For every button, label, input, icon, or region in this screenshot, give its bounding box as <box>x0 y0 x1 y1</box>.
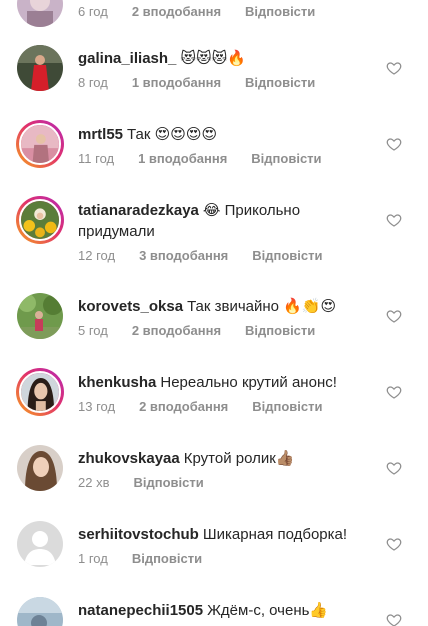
avatar-image <box>17 293 63 339</box>
avatar-image <box>19 123 61 165</box>
comment-item: mrtl55 Так 😍😍😍😍 11 год 1 вподобання Відпо… <box>0 120 428 196</box>
comment-item: tatianaradezkaya 😂 Прикольно придумали 12… <box>0 196 428 292</box>
avatar[interactable] <box>16 196 64 244</box>
likes-count-link[interactable]: 2 вподобання <box>132 4 221 19</box>
avatar-image <box>19 371 61 413</box>
likes-count-link[interactable]: 2 вподобання <box>139 399 228 414</box>
comment-username[interactable]: natanepechii1505 <box>78 602 203 619</box>
comment-text: Так звичайно 🔥👏😍 <box>187 298 337 315</box>
avatar[interactable] <box>16 292 64 340</box>
avatar[interactable] <box>16 120 64 168</box>
comment-item: 6 год 2 вподобання Відповісти <box>0 0 428 50</box>
comment-item: khenkusha Нереально крутий анонс! 13 год … <box>0 368 428 444</box>
likes-count-link[interactable]: 3 вподобання <box>139 248 228 263</box>
like-heart-icon[interactable] <box>386 60 402 76</box>
avatar-image <box>19 199 61 241</box>
avatar[interactable] <box>16 444 64 492</box>
likes-count-link[interactable]: 1 вподобання <box>138 151 227 166</box>
comment-item: korovets_oksa Так звичайно 🔥👏😍 5 год 2 вп… <box>0 292 428 368</box>
comment-username[interactable]: khenkusha <box>78 374 156 391</box>
comment-username[interactable]: tatianaradezkaya <box>78 202 199 219</box>
reply-button[interactable]: Відповісти <box>132 551 202 566</box>
comment-username[interactable]: mrtl55 <box>78 126 123 143</box>
comment-item: zhukovskayaa Крутой ролик👍🏽 22 хв Відпові… <box>0 444 428 520</box>
comment-text: 😻😻😻🔥 <box>180 50 246 67</box>
avatar-image <box>17 0 63 27</box>
reply-button[interactable]: Відповісти <box>245 4 315 19</box>
comment-item: galina_iliash_ 😻😻😻🔥 8 год 1 вподобання Ві… <box>0 44 428 120</box>
comment-username[interactable]: galina_iliash_ <box>78 50 176 67</box>
reply-button[interactable]: Відповісти <box>245 75 315 90</box>
avatar[interactable] <box>16 596 64 626</box>
comment-text: Так 😍😍😍😍 <box>127 126 218 143</box>
like-heart-icon[interactable] <box>386 460 402 476</box>
like-heart-icon[interactable] <box>386 136 402 152</box>
comment-time: 5 год <box>78 323 108 338</box>
comment-username[interactable]: serhiitovstochub <box>78 526 199 543</box>
comment-text: Крутой ролик👍🏽 <box>183 450 295 467</box>
avatar[interactable] <box>16 520 64 568</box>
comment-time: 13 год <box>78 399 116 414</box>
avatar-image <box>17 45 63 91</box>
comment-username[interactable]: korovets_oksa <box>78 298 183 315</box>
default-avatar-icon <box>17 521 63 567</box>
likes-count-link[interactable]: 1 вподобання <box>132 75 221 90</box>
avatar[interactable] <box>16 0 64 28</box>
like-heart-icon[interactable] <box>386 308 402 324</box>
likes-count-link[interactable]: 2 вподобання <box>132 323 221 338</box>
comment-time: 11 год <box>78 151 115 166</box>
like-heart-icon[interactable] <box>386 612 402 626</box>
comment-username[interactable]: zhukovskayaa <box>78 450 180 467</box>
comment-time: 1 год <box>78 551 108 566</box>
comment-time: 8 год <box>78 75 108 90</box>
comment-time: 22 хв <box>78 475 110 490</box>
reply-button[interactable]: Відповісти <box>252 248 322 263</box>
comment-text: Нереально крутий анонс! <box>160 374 337 391</box>
reply-button[interactable]: Відповісти <box>251 151 321 166</box>
like-heart-icon[interactable] <box>386 384 402 400</box>
like-heart-icon[interactable] <box>386 536 402 552</box>
comment-text: Ждём-с, очень👍 <box>207 602 329 619</box>
like-heart-icon[interactable] <box>386 212 402 228</box>
comment-time: 12 год <box>78 248 116 263</box>
avatar-image <box>17 597 63 626</box>
comment-time: 6 год <box>78 4 108 19</box>
reply-button[interactable]: Відповісти <box>252 399 322 414</box>
avatar[interactable] <box>16 44 64 92</box>
comment-item: natanepechii1505 Ждём-с, очень👍 <box>0 596 428 626</box>
comment-item: serhiitovstochub Шикарная подборка! 1 год… <box>0 520 428 596</box>
comment-text: Шикарная подборка! <box>202 526 348 543</box>
reply-button[interactable]: Відповісти <box>245 323 315 338</box>
avatar[interactable] <box>16 368 64 416</box>
avatar-image <box>17 445 63 491</box>
reply-button[interactable]: Відповісти <box>133 475 203 490</box>
